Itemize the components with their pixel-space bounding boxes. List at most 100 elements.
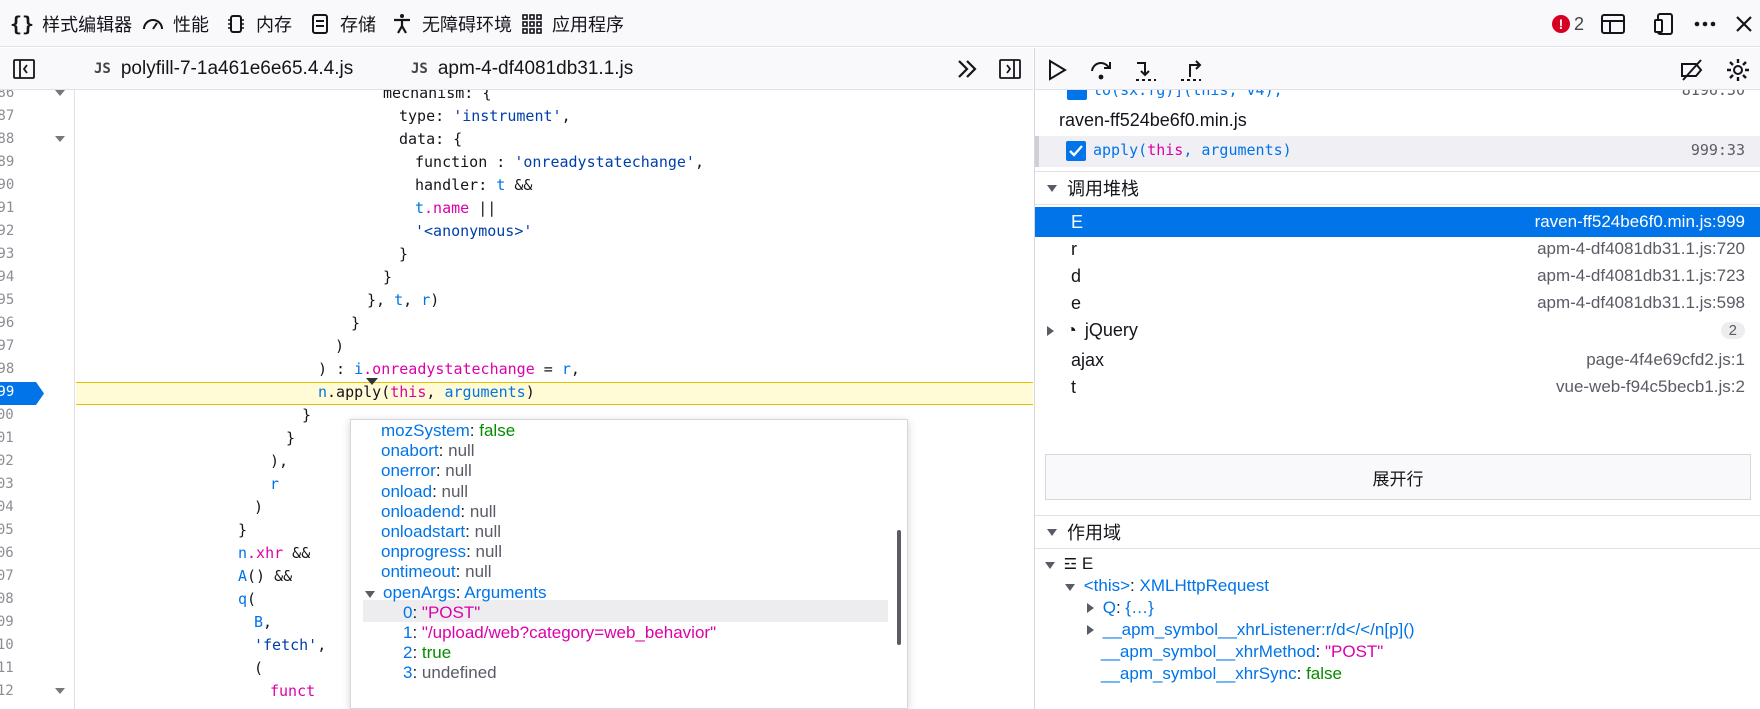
- popup-property-row[interactable]: onerror: null: [351, 460, 907, 482]
- call-stack-frame[interactable]: d apm-4-df4081db31.1.js:723: [1035, 261, 1760, 291]
- scope-xhr-sync[interactable]: __apm_symbol__xhrSync: false: [1101, 662, 1342, 685]
- source-tab-apm[interactable]: JS apm-4-df4081db31.1.js: [411, 56, 633, 82]
- line-number[interactable]: 990: [0, 174, 28, 197]
- code-line[interactable]: 995}, t, r): [0, 289, 1033, 312]
- popup-property-row[interactable]: mozSystem: false: [351, 420, 907, 442]
- call-stack-frame[interactable]: t vue-web-f94c5becb1.js:2: [1035, 372, 1760, 402]
- popup-property-row[interactable]: openArgs: Arguments: [351, 582, 907, 604]
- scope-q[interactable]: Q: {…}: [1087, 596, 1154, 619]
- call-stack-header[interactable]: 调用堆栈: [1035, 171, 1760, 205]
- resume-button[interactable]: [1045, 57, 1071, 83]
- error-count-badge[interactable]: ! 2: [1552, 10, 1584, 38]
- variable-preview-popup[interactable]: mozSystem: false onabort: null onerror: nu…: [350, 419, 908, 709]
- code-line[interactable]: 997): [0, 335, 1033, 358]
- code-line[interactable]: 999 n.apply(this, arguments): [0, 381, 1033, 404]
- checkbox-checked-icon[interactable]: [1066, 141, 1086, 161]
- checkbox-checked-icon[interactable]: [1067, 90, 1087, 100]
- call-stack-frame[interactable]: r apm-4-df4081db31.1.js:720: [1035, 234, 1760, 264]
- line-number[interactable]: 989: [0, 151, 28, 174]
- popup-property-row[interactable]: onloadstart: null: [351, 521, 907, 543]
- line-number[interactable]: 1007: [0, 565, 28, 588]
- source-tab-polyfill[interactable]: JS polyfill-7-1a461e6e65.4.4.js: [94, 56, 353, 82]
- line-number[interactable]: 992: [0, 220, 28, 243]
- scope-this[interactable]: <this>: XMLHttpRequest: [1065, 574, 1269, 597]
- popup-scrollbar[interactable]: [897, 530, 901, 645]
- line-number[interactable]: 987: [0, 105, 28, 128]
- popup-property-row[interactable]: 2: true: [351, 642, 907, 664]
- tab-accessibility[interactable]: 无障碍环境: [390, 10, 512, 38]
- popup-property-row[interactable]: ontimeout: null: [351, 561, 907, 583]
- line-number[interactable]: 1012: [0, 680, 28, 703]
- fold-toggle-icon[interactable]: [55, 90, 65, 96]
- line-number[interactable]: 995: [0, 289, 28, 312]
- code-line[interactable]: 991 t.name ||: [0, 197, 1033, 220]
- line-number[interactable]: 996: [0, 312, 28, 335]
- line-number[interactable]: 1005: [0, 519, 28, 542]
- breakpoint-item[interactable]: apply(this, arguments) 999:33: [1035, 136, 1760, 167]
- code-editor[interactable]: 986 mechanism: {987 type: 'instrument', 988…: [0, 90, 1033, 709]
- scope-xhr-listener[interactable]: __apm_symbol__xhrListener:r/d</</n[p](): [1087, 618, 1415, 641]
- line-number[interactable]: 1008: [0, 588, 28, 611]
- code-line[interactable]: 994}: [0, 266, 1033, 289]
- tab-style-editor[interactable]: {} 样式编辑器: [10, 10, 132, 38]
- code-line[interactable]: 988 data: {: [0, 128, 1033, 151]
- line-number[interactable]: 1010: [0, 634, 28, 657]
- line-number[interactable]: 1011: [0, 657, 28, 680]
- tab-memory[interactable]: 内存: [224, 10, 292, 38]
- responsive-mode-button[interactable]: [1652, 10, 1676, 38]
- step-in-button[interactable]: [1133, 57, 1159, 83]
- step-out-button[interactable]: [1178, 57, 1204, 83]
- fold-toggle-icon[interactable]: [55, 688, 65, 694]
- call-stack-frame[interactable]: Eraven-ff524be6f0.min.js:999: [1035, 207, 1760, 237]
- step-over-button[interactable]: [1088, 57, 1114, 83]
- popup-property-row[interactable]: 3: undefined: [351, 662, 907, 684]
- line-number[interactable]: 994: [0, 266, 28, 289]
- call-stack-frame[interactable]: ◔ jQuery 2: [1035, 315, 1760, 345]
- code-line[interactable]: 990 handler: t &&: [0, 174, 1033, 197]
- line-number[interactable]: 1009: [0, 611, 28, 634]
- scopes-header[interactable]: 作用域: [1035, 515, 1760, 549]
- line-number[interactable]: 988: [0, 128, 28, 151]
- code-line[interactable]: 989 function : 'onreadystatechange',: [0, 151, 1033, 174]
- tab-performance[interactable]: 性能: [141, 10, 209, 38]
- code-line[interactable]: 987 type: 'instrument',: [0, 105, 1033, 128]
- more-tabs-button[interactable]: [955, 58, 979, 85]
- code-line[interactable]: 986 mechanism: {: [0, 90, 1033, 105]
- line-number[interactable]: 991: [0, 197, 28, 220]
- code-line[interactable]: 992 '<anonymous>': [0, 220, 1033, 243]
- toggle-sources-pane-button[interactable]: [12, 58, 36, 85]
- close-devtools-button[interactable]: [1734, 10, 1754, 38]
- line-number[interactable]: 986: [0, 90, 28, 105]
- split-console-button[interactable]: [1600, 10, 1626, 38]
- debugger-settings-button[interactable]: [1725, 57, 1751, 83]
- popup-property-row[interactable]: onprogress: null: [351, 541, 907, 563]
- deactivate-breakpoints-button[interactable]: [1679, 57, 1705, 83]
- popup-property-row[interactable]: onload: null: [351, 481, 907, 503]
- line-number[interactable]: 998: [0, 358, 28, 381]
- tab-storage[interactable]: 存储: [308, 10, 376, 38]
- popup-property-row[interactable]: onabort: null: [351, 440, 907, 462]
- line-number[interactable]: 1003: [0, 473, 28, 496]
- expand-rows-button[interactable]: 展开行: [1045, 454, 1751, 500]
- toggle-debugger-pane-button[interactable]: [998, 58, 1022, 85]
- line-number[interactable]: 999: [0, 381, 28, 404]
- popup-property-row[interactable]: 0: "POST": [351, 602, 907, 624]
- line-number[interactable]: 1002: [0, 450, 28, 473]
- line-number[interactable]: 1000: [0, 404, 28, 427]
- scope-xhr-method[interactable]: __apm_symbol__xhrMethod: "POST": [1101, 640, 1383, 663]
- line-number[interactable]: 1006: [0, 542, 28, 565]
- line-number[interactable]: 997: [0, 335, 28, 358]
- popup-property-row[interactable]: onloadend: null: [351, 501, 907, 523]
- popup-property-row[interactable]: 1: "/upload/web?category=web_behavior": [351, 622, 907, 644]
- scope-root[interactable]: ☲ E: [1045, 552, 1093, 575]
- fold-toggle-icon[interactable]: [55, 136, 65, 142]
- call-stack-frame[interactable]: ajax page-4f4e69cfd2.js:1: [1035, 345, 1760, 375]
- tab-application[interactable]: 应用程序: [520, 10, 624, 38]
- code-line[interactable]: 998) : i.onreadystatechange = r,: [0, 358, 1033, 381]
- code-line[interactable]: 993}: [0, 243, 1033, 266]
- more-options-button[interactable]: [1692, 10, 1718, 38]
- line-number[interactable]: 993: [0, 243, 28, 266]
- line-number[interactable]: 1004: [0, 496, 28, 519]
- code-line[interactable]: 996}: [0, 312, 1033, 335]
- line-number[interactable]: 1001: [0, 427, 28, 450]
